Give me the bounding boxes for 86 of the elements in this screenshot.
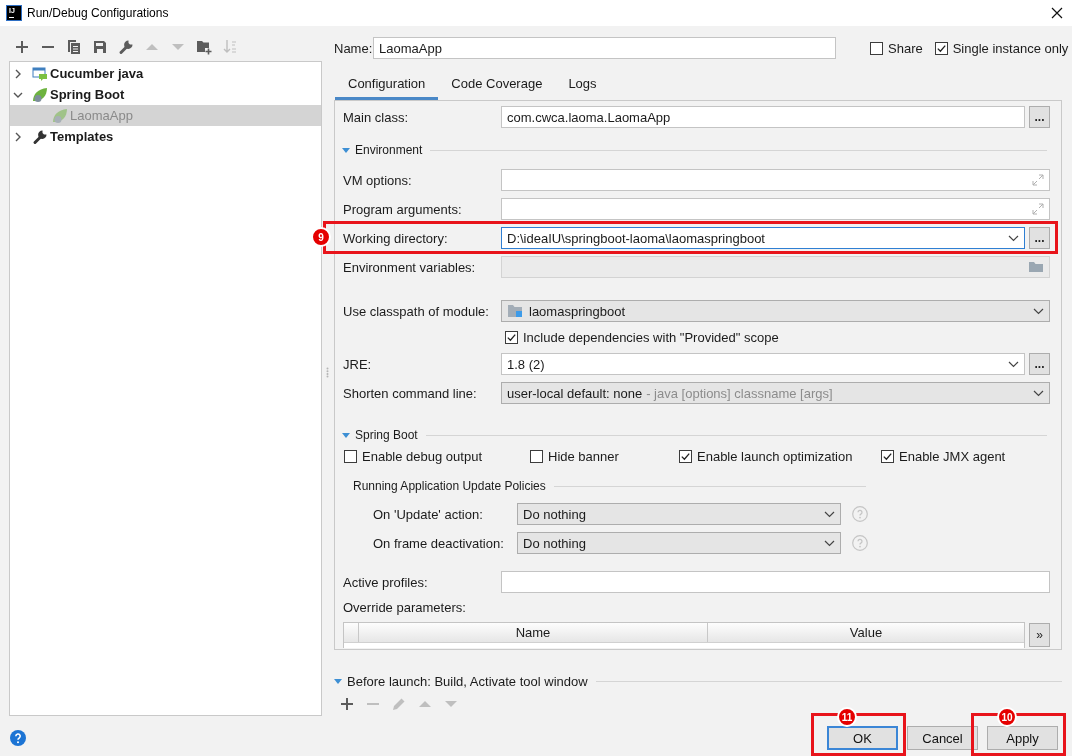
dialog-button[interactable]: Cancel (907, 726, 978, 750)
window-bubble-icon (32, 65, 48, 82)
dropdown[interactable]: Do nothing (517, 503, 841, 525)
field-label: Override parameters: (343, 600, 467, 616)
checkbox[interactable] (344, 449, 357, 463)
field-label: Environment variables: (343, 259, 477, 275)
column-header: Value (707, 623, 1024, 642)
text-field[interactable] (501, 571, 1050, 593)
wrench-icon[interactable] (118, 39, 134, 55)
browse-button[interactable]: ... (1029, 106, 1050, 128)
help-icon[interactable] (10, 730, 26, 746)
checkbox-label: Single instance only (952, 40, 1069, 56)
tab[interactable]: Code Coverage (438, 70, 556, 100)
triangle-icon[interactable] (334, 677, 342, 685)
field-label: VM options: (343, 172, 413, 188)
checkbox-label: Enable JMX agent (899, 448, 1006, 464)
wrench-icon (32, 128, 48, 145)
field-label: Use classpath of module: (343, 303, 490, 319)
section-title: Spring Boot (355, 428, 418, 442)
chevron-icon[interactable] (13, 68, 23, 79)
browse-button[interactable]: ... (1029, 227, 1050, 249)
checkbox[interactable] (530, 449, 543, 463)
field-label: Active profiles: (343, 574, 429, 590)
field-label: Working directory: (343, 230, 449, 246)
close-icon[interactable] (1051, 7, 1063, 19)
window-title: Run/Debug Configurations (27, 6, 169, 20)
field-label: On 'Update' action: (373, 506, 484, 522)
leaf-icon (32, 86, 48, 103)
splitter-grip-icon[interactable] (326, 366, 329, 378)
dialog-button[interactable]: OK (827, 726, 898, 750)
text-field[interactable] (501, 198, 1050, 220)
text-field[interactable]: com.cwca.laoma.LaomaApp (501, 106, 1025, 128)
leaf-icon (52, 107, 68, 124)
checkbox-label: Hide banner (548, 448, 619, 464)
field-label: On frame deactivation: (373, 535, 505, 551)
folder-plus-icon[interactable] (196, 39, 212, 55)
checkbox[interactable] (679, 449, 692, 463)
dropdown[interactable]: user-local default: none - java [options] classname [args] (501, 382, 1050, 404)
checkbox[interactable] (881, 449, 894, 463)
section-title: Environment (355, 143, 423, 157)
checkbox-label: Include dependencies with "Provided" scope (523, 329, 779, 345)
field-label: Shorten command line: (343, 385, 478, 401)
chevron-down-icon[interactable] (824, 510, 835, 518)
chevron-down-icon[interactable] (824, 539, 835, 547)
column-header: Name (358, 623, 707, 642)
checkbox[interactable] (505, 330, 518, 344)
field-label: Name: (334, 40, 373, 56)
tree-item[interactable]: Templates (10, 126, 321, 147)
step-badge: 11 (837, 707, 857, 727)
plus-icon[interactable] (14, 39, 30, 55)
chevron-down-icon[interactable] (1033, 307, 1044, 315)
combo-box[interactable]: 1.8 (2) (501, 353, 1025, 375)
chevron-icon[interactable] (13, 131, 23, 142)
tree-item[interactable]: Cucumber java (10, 63, 321, 84)
chevron-down-icon[interactable] (1033, 389, 1044, 397)
expand-button[interactable]: » (1029, 623, 1050, 647)
triangle-icon[interactable] (342, 146, 350, 154)
field-label: JRE: (343, 356, 373, 372)
section-title: Before launch: Build, Activate tool window (347, 673, 588, 689)
field-label: Program arguments: (343, 201, 463, 217)
text-field[interactable] (501, 169, 1050, 191)
group-title: Running Application Update Policies (353, 479, 546, 493)
tree-item[interactable]: Spring Boot (10, 84, 321, 105)
hint-text: - java [options] classname [args] (646, 385, 833, 401)
copy-icon[interactable] (66, 39, 82, 55)
tab[interactable]: Configuration (335, 70, 439, 100)
checkbox[interactable] (870, 41, 883, 55)
plus-icon[interactable] (339, 696, 355, 712)
step-badge: 10 (997, 707, 1017, 727)
browse-button[interactable]: ... (1029, 353, 1050, 375)
chevron-down-icon[interactable] (1008, 234, 1019, 242)
checkbox[interactable] (934, 41, 948, 55)
dropdown[interactable]: laomaspringboot (501, 300, 1050, 322)
step-badge: 9 (311, 227, 331, 247)
tab[interactable]: Logs (555, 70, 610, 100)
dropdown[interactable]: Do nothing (517, 532, 841, 554)
folder-icon (507, 304, 523, 318)
checkbox-label: Enable launch optimization (697, 448, 853, 464)
chevron-down-icon[interactable] (1008, 360, 1019, 368)
name-field[interactable]: LaomaApp (373, 37, 836, 59)
combo-box[interactable]: D:\ideaIU\springboot-laoma\laomaspringboot (501, 227, 1025, 249)
checkbox-label: Share (888, 40, 923, 56)
dialog-button[interactable]: Apply (987, 726, 1058, 750)
field-label: Main class: (343, 109, 410, 125)
checkbox-label: Enable debug output (362, 448, 482, 464)
triangle-icon[interactable] (342, 431, 350, 439)
